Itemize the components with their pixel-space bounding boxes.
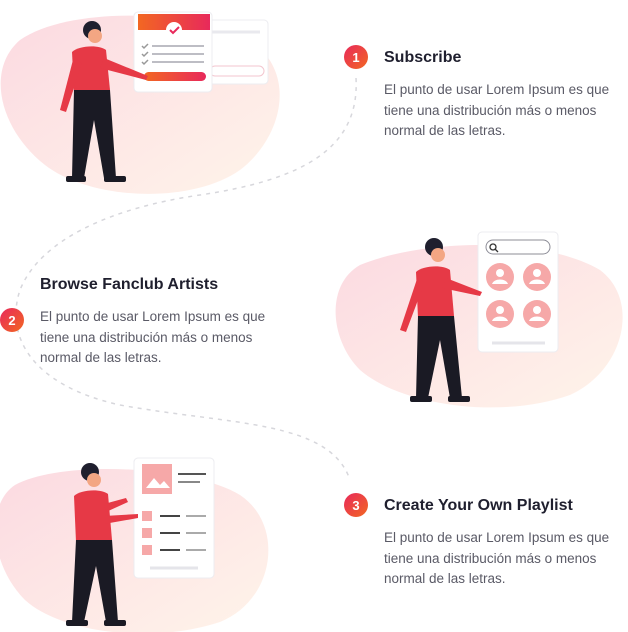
playlist-card (133, 457, 215, 579)
artists-search-card (477, 231, 559, 353)
step-title: Subscribe (384, 49, 462, 66)
step-number-badge: 1 (344, 45, 368, 69)
step-title: Create Your Own Playlist (384, 497, 573, 514)
step-number-badge: 2 (0, 308, 24, 332)
subscribe-form-card (133, 11, 269, 93)
step-description: El punto de usar Lorem Ipsum es que tien… (384, 82, 610, 138)
step-number-badge: 3 (344, 493, 368, 517)
step-title: Browse Fanclub Artists (40, 276, 219, 293)
step-description: El punto de usar Lorem Ipsum es que tien… (384, 530, 610, 586)
step-description: El punto de usar Lorem Ipsum es que tien… (40, 309, 266, 365)
